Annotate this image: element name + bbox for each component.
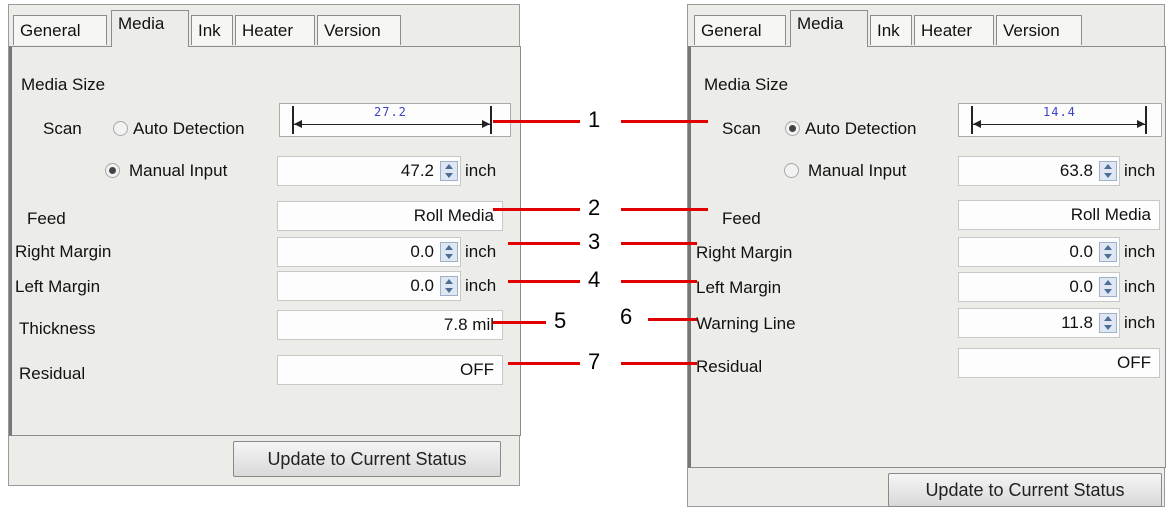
- manual-input-field[interactable]: 47.2: [277, 156, 461, 186]
- right-margin-spinner[interactable]: [440, 242, 458, 262]
- unit-label: inch: [465, 276, 497, 295]
- residual-label: Residual: [696, 357, 763, 376]
- left-margin-value: 0.0: [410, 276, 434, 295]
- thickness-field: 7.8 mil: [277, 310, 503, 340]
- right-margin-value: 0.0: [410, 242, 434, 261]
- feed-label: Feed: [27, 209, 66, 228]
- residual-label: Residual: [19, 364, 86, 383]
- tab-general[interactable]: General: [694, 15, 786, 45]
- unit-label: inch: [465, 161, 497, 180]
- right-tab-bar: General Media Ink Heater Version: [688, 5, 1164, 47]
- right-margin-field[interactable]: 0.0: [277, 237, 461, 267]
- manual-input-label[interactable]: Manual Input: [808, 160, 906, 182]
- tab-ink[interactable]: Ink: [870, 15, 912, 45]
- left-margin-value: 0.0: [1069, 277, 1093, 296]
- warning-line-value: 11.8: [1061, 313, 1093, 332]
- unit-label: inch: [465, 242, 497, 261]
- update-button[interactable]: Update to Current Status: [888, 473, 1162, 507]
- scan-label: Scan: [43, 119, 82, 138]
- callout-number-1: 1: [588, 107, 601, 132]
- ruler-value: 27.2: [374, 105, 407, 119]
- callout-line: [493, 208, 580, 211]
- scan-label: Scan: [722, 119, 761, 138]
- auto-detection-radio[interactable]: [113, 121, 128, 136]
- residual-field: OFF: [277, 355, 503, 385]
- right-margin-value: 0.0: [1069, 242, 1093, 261]
- residual-field: OFF: [958, 348, 1160, 378]
- update-button[interactable]: Update to Current Status: [233, 441, 501, 477]
- manual-input-label[interactable]: Manual Input: [129, 160, 227, 182]
- left-margin-label: Left Margin: [15, 277, 101, 296]
- tab-version[interactable]: Version: [317, 15, 401, 45]
- manual-input-spinner[interactable]: [1099, 161, 1117, 181]
- unit-label: inch: [1124, 242, 1156, 261]
- tab-media[interactable]: Media: [111, 10, 189, 47]
- auto-detection-label[interactable]: Auto Detection: [133, 118, 245, 140]
- warning-line-field[interactable]: 11.8: [958, 308, 1120, 338]
- right-margin-label: Right Margin: [15, 242, 112, 261]
- tab-version[interactable]: Version: [996, 15, 1082, 45]
- manual-input-radio[interactable]: [105, 163, 120, 178]
- callout-number-2: 2: [588, 195, 601, 220]
- callout-line: [493, 120, 580, 123]
- callout-number-6: 6: [620, 304, 633, 329]
- left-margin-spinner[interactable]: [440, 276, 458, 296]
- auto-detection-label[interactable]: Auto Detection: [805, 118, 917, 140]
- unit-label: inch: [1124, 277, 1156, 296]
- callout-line: [508, 362, 580, 365]
- warning-line-label: Warning Line: [696, 314, 796, 333]
- tab-heater[interactable]: Heater: [235, 15, 315, 45]
- right-margin-label: Right Margin: [696, 243, 793, 262]
- left-margin-field[interactable]: 0.0: [277, 271, 461, 301]
- callout-number-3: 3: [588, 229, 601, 254]
- tab-general[interactable]: General: [13, 15, 107, 45]
- feed-field: Roll Media: [958, 200, 1160, 230]
- manual-input-value: 47.2: [400, 161, 434, 180]
- manual-input-value: 63.8: [1059, 161, 1093, 180]
- manual-input-radio[interactable]: [784, 163, 799, 178]
- right-window: General Media Ink Heater Version Media S…: [687, 4, 1166, 507]
- ruler-value: 14.4: [1043, 105, 1076, 119]
- callout-line: [621, 120, 708, 123]
- left-margin-spinner[interactable]: [1099, 277, 1117, 297]
- callout-line: [508, 242, 580, 245]
- callout-line: [621, 280, 697, 283]
- feed-label: Feed: [722, 209, 761, 228]
- auto-detection-radio[interactable]: [785, 121, 800, 136]
- tab-ink[interactable]: Ink: [191, 15, 233, 45]
- tab-heater[interactable]: Heater: [914, 15, 994, 45]
- unit-label: inch: [1124, 161, 1156, 180]
- callout-number-5: 5: [554, 308, 567, 333]
- thickness-label: Thickness: [19, 319, 96, 338]
- left-window: General Media Ink Heater Version Media S…: [8, 4, 521, 486]
- warning-line-spinner[interactable]: [1099, 313, 1117, 333]
- right-margin-spinner[interactable]: [1099, 242, 1117, 262]
- callout-line: [493, 321, 546, 324]
- left-tab-bar: General Media Ink Heater Version: [9, 5, 519, 47]
- callout-line: [508, 280, 580, 283]
- manual-input-field[interactable]: 63.8: [958, 156, 1120, 186]
- manual-input-spinner[interactable]: [440, 161, 458, 181]
- unit-label: inch: [1124, 313, 1156, 332]
- media-width-ruler: 27.2: [279, 103, 511, 137]
- feed-field: Roll Media: [277, 201, 503, 231]
- callout-line: [648, 318, 697, 321]
- callout-number-7: 7: [588, 349, 601, 374]
- callout-line: [621, 362, 697, 365]
- media-size-label: Media Size: [21, 75, 106, 94]
- left-margin-field[interactable]: 0.0: [958, 272, 1120, 302]
- tab-media[interactable]: Media: [790, 10, 868, 47]
- media-size-label: Media Size: [704, 75, 789, 94]
- left-margin-label: Left Margin: [696, 278, 782, 297]
- media-width-ruler: 14.4: [958, 103, 1162, 137]
- callout-line: [621, 208, 708, 211]
- callout-line: [621, 242, 697, 245]
- right-margin-field[interactable]: 0.0: [958, 237, 1120, 267]
- callout-number-4: 4: [588, 267, 601, 292]
